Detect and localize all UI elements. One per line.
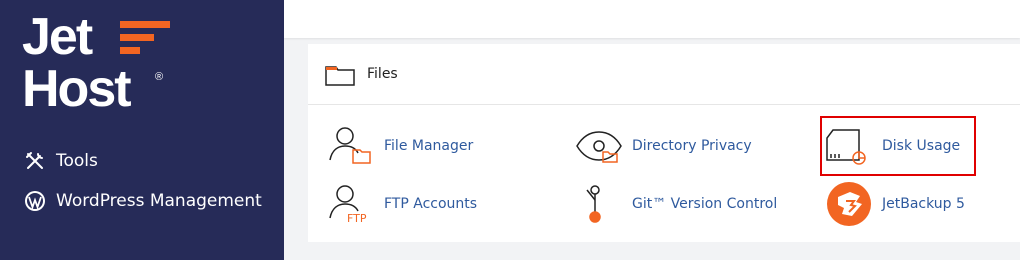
tool-label: Git™ Version Control	[632, 196, 778, 212]
jetbackup-icon	[824, 182, 874, 226]
tool-file-manager[interactable]: File Manager	[326, 124, 473, 168]
tool-git-version-control[interactable]: Git™ Version Control	[574, 182, 777, 226]
tool-label: Directory Privacy	[632, 138, 752, 154]
sidebar: Jet Host ® Tools WordPress Management	[0, 0, 284, 260]
tool-directory-privacy[interactable]: Directory Privacy	[574, 124, 752, 168]
logo-accent-bars	[120, 21, 170, 54]
jethost-logo[interactable]: Jet Host ®	[22, 8, 172, 112]
folder-icon	[325, 66, 355, 86]
tools-icon	[24, 150, 46, 172]
sidebar-item-wordpress-management[interactable]: WordPress Management	[24, 190, 262, 212]
logo-line2: Host	[22, 60, 131, 112]
tool-label: FTP Accounts	[384, 196, 478, 212]
sidebar-item-label: Tools	[56, 151, 98, 171]
tool-label: File Manager	[384, 138, 474, 154]
tool-ftp-accounts[interactable]: FTP FTP Accounts	[326, 182, 477, 226]
top-bar	[284, 0, 1020, 38]
directory-privacy-icon	[574, 124, 624, 168]
registered-mark: ®	[155, 71, 163, 83]
wordpress-icon	[24, 190, 46, 212]
panel-title: Files	[367, 66, 398, 82]
file-manager-icon	[326, 124, 376, 168]
sidebar-item-label: WordPress Management	[56, 191, 262, 211]
ftp-accounts-icon: FTP	[326, 182, 376, 226]
tool-jetbackup-5[interactable]: JetBackup 5	[824, 182, 965, 226]
disk-usage-highlight	[820, 116, 976, 176]
panel-header[interactable]: Files	[308, 44, 1020, 105]
sidebar-item-tools[interactable]: Tools	[24, 150, 98, 172]
logo-line1: Jet	[22, 8, 93, 66]
tool-label: JetBackup 5	[882, 196, 965, 212]
ftp-icon-text: FTP	[347, 212, 367, 224]
git-icon	[574, 182, 624, 226]
